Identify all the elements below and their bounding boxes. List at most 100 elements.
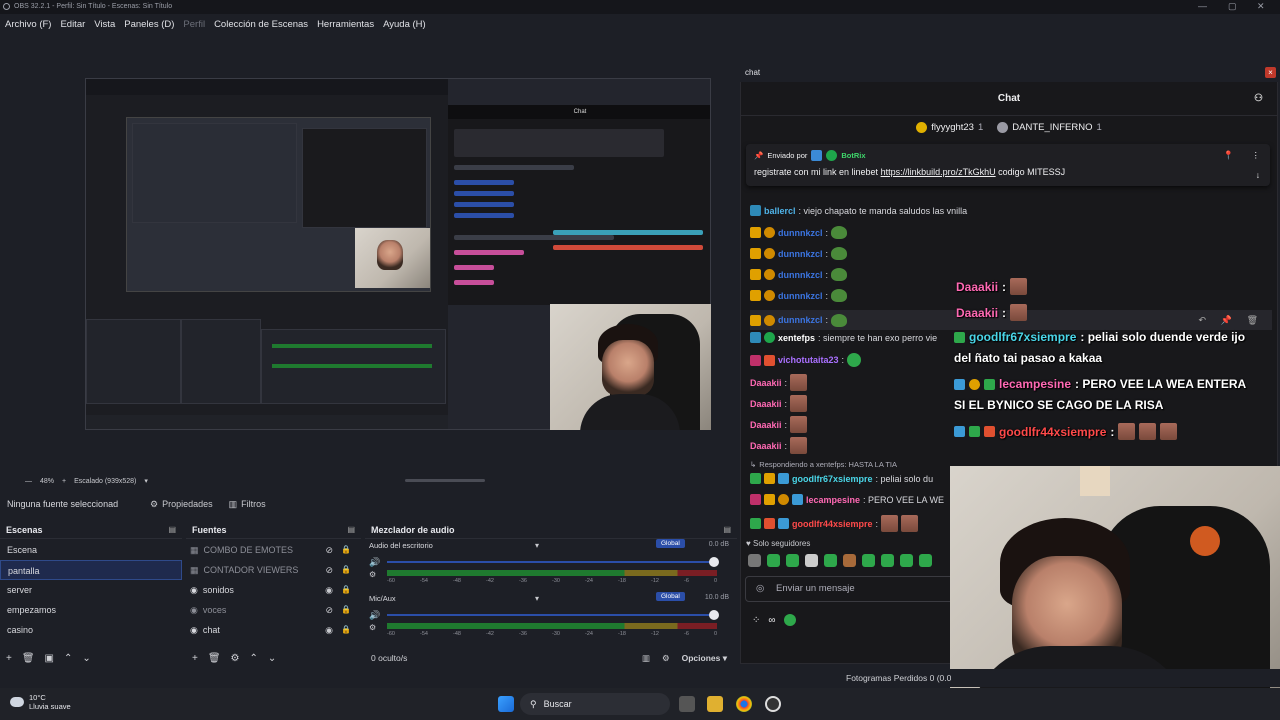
emote-icon[interactable]	[862, 554, 875, 567]
remove-source-button[interactable]: 🗑	[208, 653, 221, 664]
task-view-icon[interactable]	[679, 696, 695, 712]
move-down-button[interactable]: ⌄	[82, 653, 90, 664]
chrome-icon[interactable]	[736, 696, 752, 712]
scene-item-escena[interactable]: Escena	[0, 540, 182, 560]
menu-herramientas[interactable]: Herramientas	[317, 19, 374, 30]
lock-icon[interactable]: 🔒	[341, 620, 351, 640]
speaker-icon[interactable]: 🔊	[369, 557, 380, 568]
emote-icon[interactable]	[843, 554, 856, 567]
menu-editar[interactable]: Editar	[60, 19, 85, 30]
source-item[interactable]: ▦ COMBO DE EMOTES ⊘ 🔒	[186, 540, 361, 560]
leaderboard-item[interactable]: DANTE_INFERNO 1	[997, 121, 1102, 133]
points-icon[interactable]: ⁘	[752, 615, 760, 626]
chat-message[interactable]: goodlfr67xsiempre : peliai solo du	[750, 473, 933, 484]
source-properties-button[interactable]: ⚙	[231, 653, 240, 664]
global-badge[interactable]: Global	[656, 592, 685, 601]
scale-dropdown-icon[interactable]: ▾	[144, 477, 148, 485]
file-explorer-icon[interactable]	[707, 696, 723, 712]
settings-icon[interactable]: ⚙	[369, 623, 376, 632]
chat-message[interactable]: Daaakii :	[750, 437, 808, 454]
eye-hidden-icon[interactable]: ⊘	[325, 560, 333, 580]
remove-scene-button[interactable]: 🗑	[22, 653, 35, 664]
maximize-icon[interactable]: ▢	[1228, 1, 1237, 12]
add-source-button[interactable]: +	[192, 653, 198, 664]
move-up-button[interactable]: ⌃	[250, 653, 258, 664]
menu-ayuda[interactable]: Ayuda (H)	[383, 19, 426, 30]
scene-item-pantalla[interactable]: pantalla	[0, 560, 182, 580]
unpin-icon[interactable]: 📍	[1223, 150, 1234, 161]
close-icon[interactable]: ✕	[1257, 1, 1265, 12]
lock-icon[interactable]: 🔒	[341, 560, 351, 580]
eye-icon[interactable]: ◉	[325, 580, 333, 600]
emote-icon[interactable]	[919, 554, 932, 567]
emote-icon[interactable]	[881, 554, 894, 567]
dock-menu-icon[interactable]: ▤	[347, 521, 355, 539]
chat-message[interactable]: dunnnkzcl :	[750, 226, 848, 239]
dock-menu-icon[interactable]: ▤	[168, 521, 176, 539]
menu-perfil[interactable]: Perfil	[183, 19, 205, 30]
layout-toggle-icon[interactable]: ▥	[642, 653, 650, 664]
chat-message[interactable]: Daaakii :	[750, 374, 808, 391]
emote-icon[interactable]	[767, 554, 780, 567]
chevron-down-icon[interactable]: ▾	[535, 594, 539, 603]
chat-message[interactable]: ballercl : viejo chapato te manda saludo…	[750, 205, 967, 216]
chat-message[interactable]: dunnnkzcl :	[750, 247, 848, 260]
eye-hidden-icon[interactable]: ⊘	[325, 540, 333, 560]
more-options-icon[interactable]: ⋮	[1252, 150, 1261, 161]
emote-icon[interactable]	[786, 554, 799, 567]
move-down-button[interactable]: ⌄	[268, 653, 276, 664]
lock-icon[interactable]: 🔒	[341, 540, 351, 560]
reply-icon[interactable]: ↶	[1198, 315, 1206, 326]
scene-item-empezamos[interactable]: empezamos	[0, 600, 182, 620]
zoom-plus-button[interactable]: +	[62, 478, 66, 485]
volume-slider[interactable]	[387, 610, 719, 620]
infinity-icon[interactable]: ∞	[768, 615, 775, 626]
minimize-icon[interactable]: —	[1198, 1, 1207, 11]
source-item[interactable]: ◉ sonidos ◉ 🔒	[186, 580, 361, 600]
leaderboard-item[interactable]: flyyyght23 1	[916, 121, 983, 133]
settings-icon[interactable]: ⚙	[369, 570, 376, 579]
menu-paneles[interactable]: Paneles (D)	[124, 19, 174, 30]
windows-start-icon[interactable]	[498, 696, 514, 712]
delete-icon[interactable]: 🗑	[1247, 315, 1258, 326]
kick-logo-icon[interactable]	[783, 614, 796, 626]
zoom-minus-button[interactable]: —	[25, 478, 32, 485]
scene-item-casino[interactable]: casino	[0, 620, 182, 640]
users-icon[interactable]: ⚇	[1254, 82, 1263, 116]
menu-archivo[interactable]: Archivo (F)	[5, 19, 51, 30]
weather-widget[interactable]: 10°C Lluvia suave	[10, 693, 71, 711]
preview-scrollbar[interactable]	[405, 479, 485, 482]
add-scene-button[interactable]: +	[6, 653, 12, 664]
taskbar-search[interactable]: ⚲ Buscar	[520, 693, 670, 715]
pinned-message[interactable]: 📌 Enviado por BotRix registrate con mi l…	[746, 144, 1270, 186]
chat-message[interactable]: Daaakii :	[750, 416, 808, 433]
move-up-button[interactable]: ⌃	[64, 653, 72, 664]
chat-message[interactable]: Daaakii :	[750, 395, 808, 412]
eye-hidden-icon[interactable]: ⊘	[325, 600, 333, 620]
menu-vista[interactable]: Vista	[94, 19, 115, 30]
arrow-down-icon[interactable]: ↓	[1256, 170, 1260, 180]
global-badge[interactable]: Global	[656, 539, 685, 548]
options-button[interactable]: Opciones ▾	[682, 653, 727, 664]
pin-icon[interactable]: 📌	[1221, 315, 1232, 326]
mixer-settings-icon[interactable]: ⚙	[662, 653, 670, 664]
chat-message[interactable]: xentefps : siempre te han exo perro vie	[750, 332, 937, 343]
obs-icon[interactable]	[765, 696, 781, 712]
source-item[interactable]: ◉ voces ⊘ 🔒	[186, 600, 361, 620]
volume-slider[interactable]	[387, 557, 719, 567]
chat-message[interactable]: lecampesine : PERO VEE LA WE	[750, 494, 944, 505]
chat-message-input[interactable]: ◎ Enviar un mensaje	[745, 576, 965, 602]
dock-menu-icon[interactable]: ▤	[723, 521, 731, 539]
close-icon[interactable]: ×	[1265, 67, 1276, 78]
emote-icon[interactable]	[805, 554, 818, 567]
eye-icon[interactable]: ◉	[325, 620, 333, 640]
chat-message[interactable]: dunnnkzcl :	[750, 289, 848, 302]
chat-message[interactable]: goodlfr44xsiempre :	[750, 515, 919, 532]
properties-button[interactable]: ⚙ Propiedades	[150, 499, 213, 510]
pinned-link[interactable]: https://linkbuild.pro/zTkGkhU	[881, 167, 996, 177]
menu-coleccion-escenas[interactable]: Colección de Escenas	[214, 19, 308, 30]
speaker-icon[interactable]: 🔊	[369, 610, 380, 621]
emote-icon[interactable]	[748, 554, 761, 567]
volume-knob[interactable]	[709, 610, 719, 620]
volume-knob[interactable]	[709, 557, 719, 567]
